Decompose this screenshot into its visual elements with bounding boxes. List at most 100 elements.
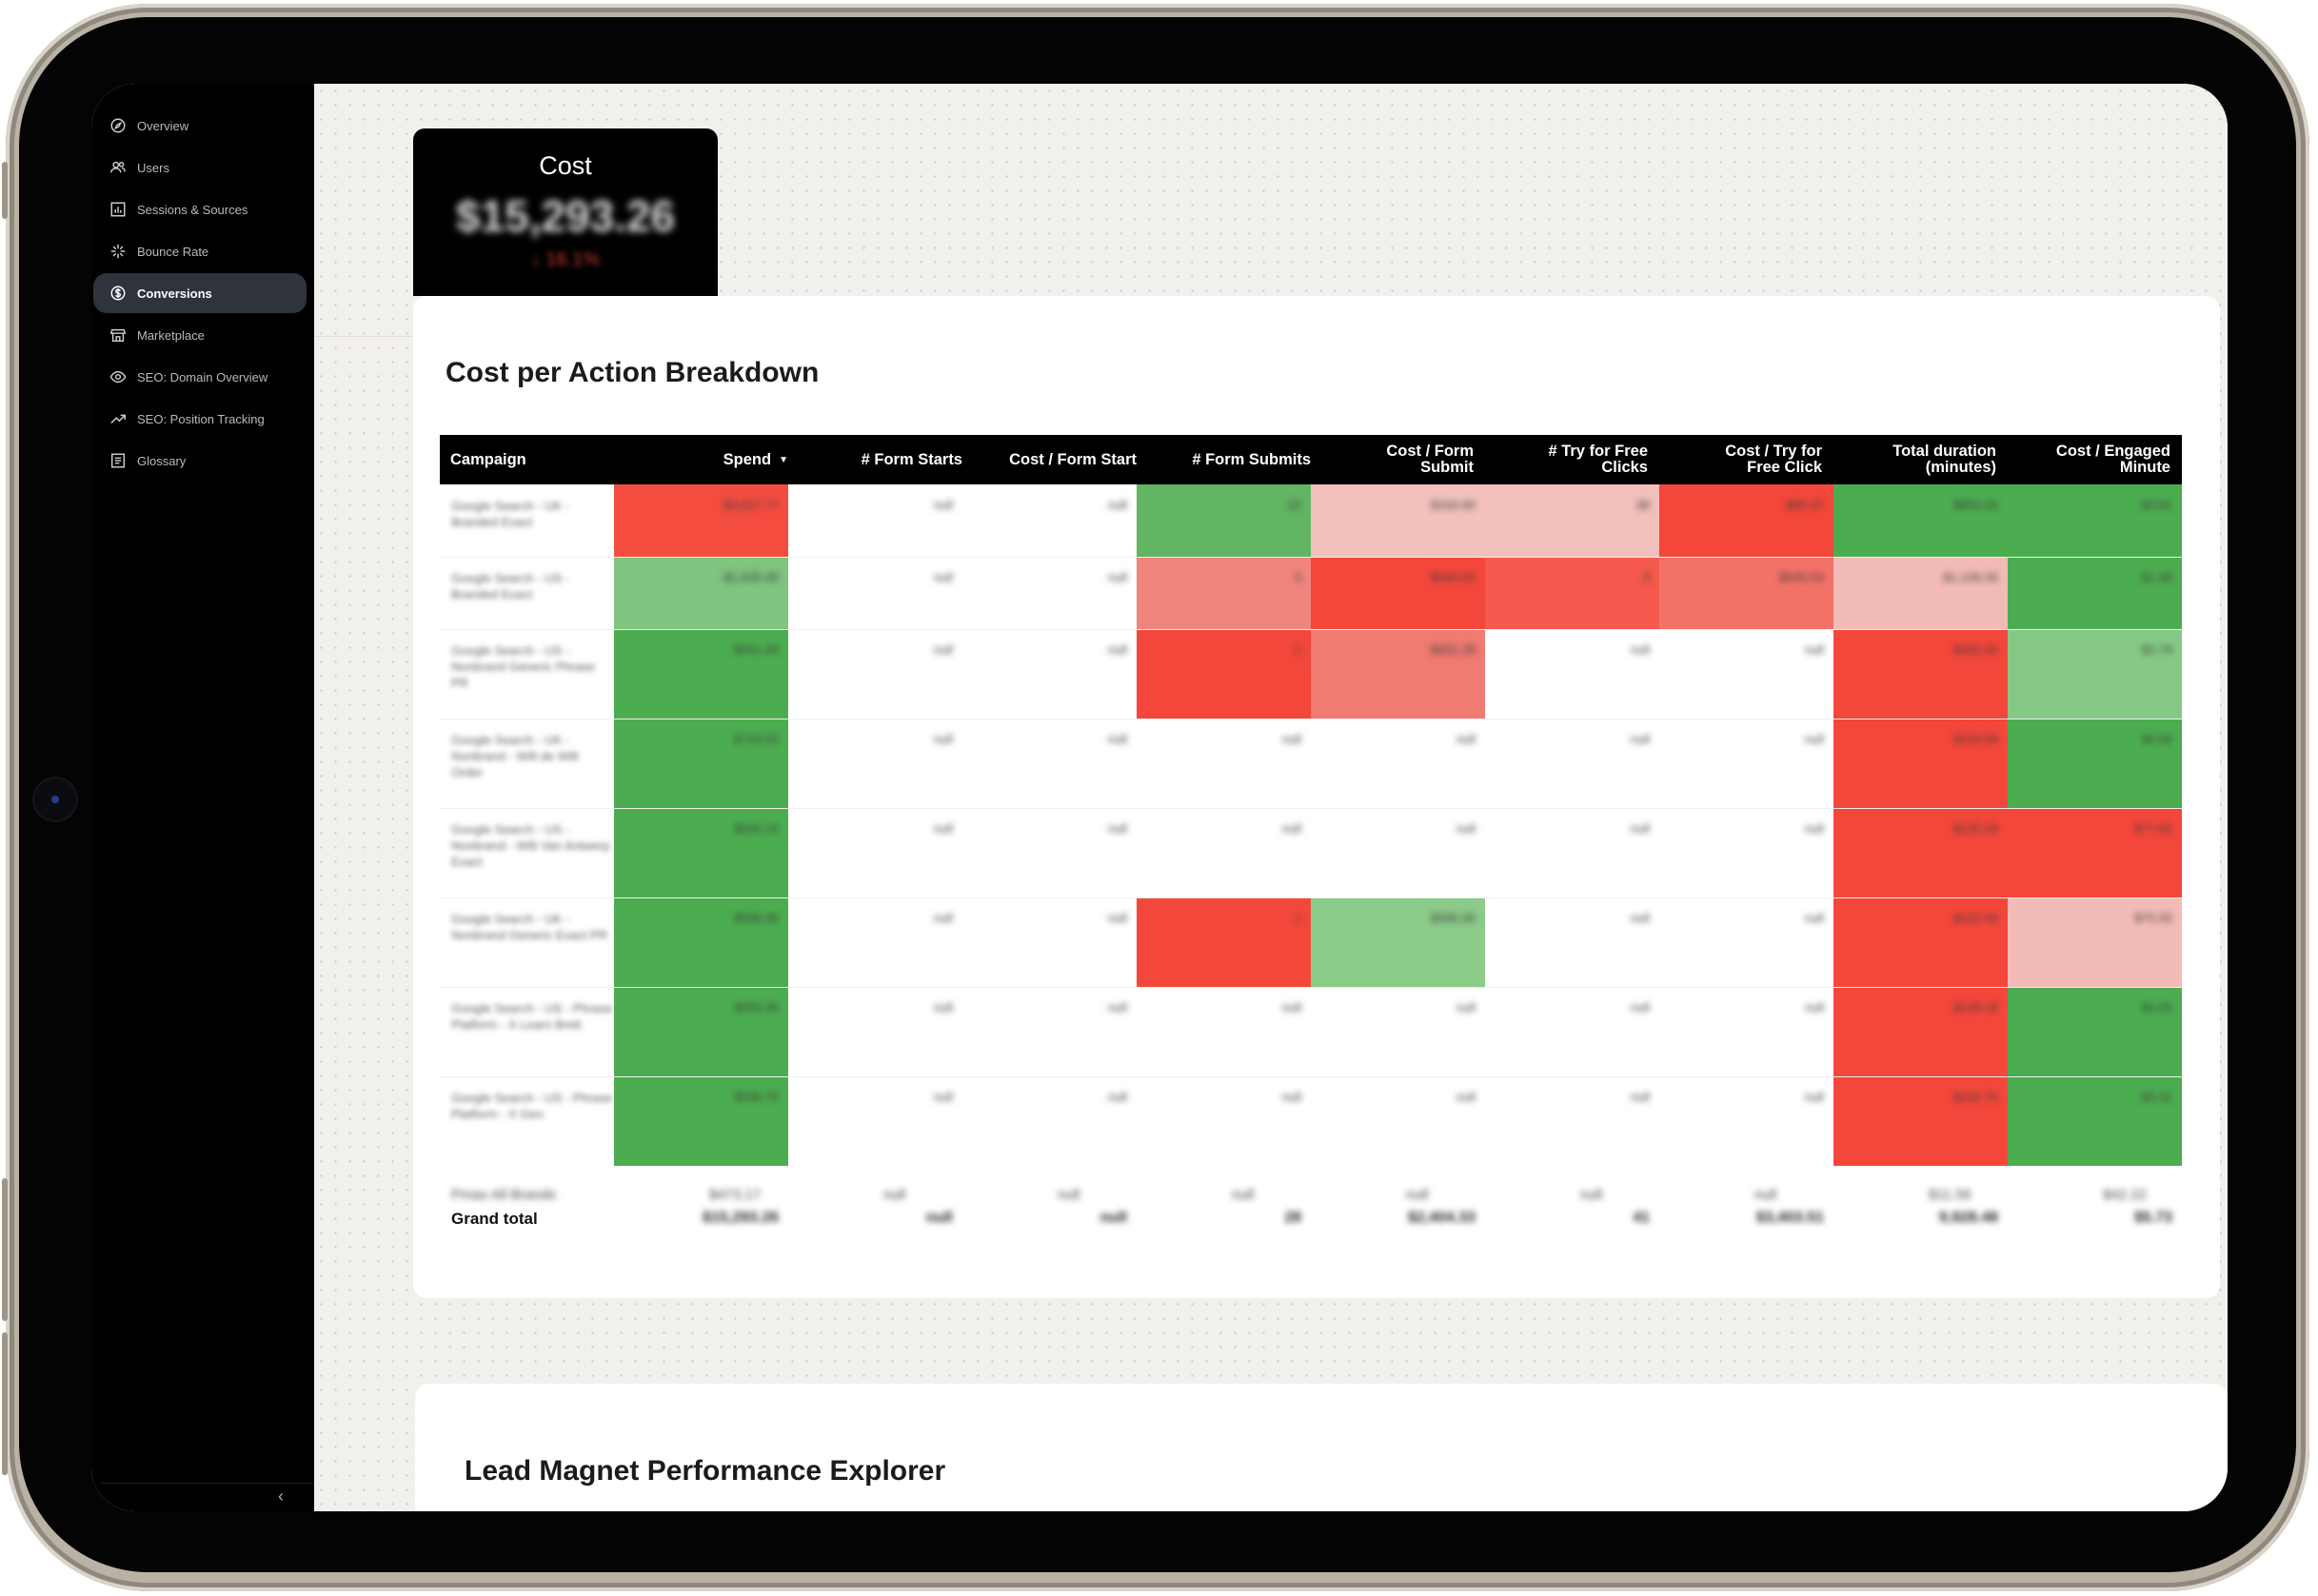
- sidebar-item-sessions-sources[interactable]: Sessions & Sources: [93, 189, 307, 229]
- cell-value: null: [1456, 1000, 1476, 1015]
- table-cell: null: [1137, 719, 1311, 808]
- total-value: $3,403.51: [1755, 1210, 1824, 1226]
- cell-value: null: [1804, 821, 1824, 836]
- table-cell: $4.05: [2008, 987, 2182, 1076]
- table-cell: null: [1659, 897, 1833, 987]
- cell-value: null: [1456, 821, 1476, 836]
- table-cell: 22: [1137, 484, 1311, 557]
- table-cell: $1,106.56: [1833, 557, 2008, 629]
- table-cell: $139.18: [1833, 987, 2008, 1076]
- total-value: null: [1100, 1210, 1127, 1226]
- sidebar-item-glossary[interactable]: Glossary: [93, 441, 307, 481]
- kpi-label: Cost: [539, 151, 592, 180]
- table-cell: $125.33: [1833, 808, 2008, 897]
- column-header[interactable]: # Form Starts: [788, 435, 974, 484]
- table-cell: null: [1485, 808, 1659, 897]
- cell-value: null: [1804, 911, 1824, 925]
- table-cell: null: [1659, 987, 1833, 1076]
- table-cell: null: [1311, 1076, 1485, 1166]
- cell-value: null: [1630, 1000, 1650, 1015]
- bar-chart-icon: [108, 199, 129, 220]
- cell-value: null: [1456, 1090, 1476, 1104]
- row-divider: [440, 557, 2182, 558]
- grand-total-label: Grand total: [451, 1210, 538, 1228]
- cell-value: $122.59: [1953, 911, 1998, 925]
- column-header[interactable]: # Try for Free Clicks: [1485, 435, 1659, 484]
- cell-value: $333.20: [1953, 642, 1998, 657]
- column-header[interactable]: Cost / Form Start: [962, 435, 1148, 484]
- cell-value: 1: [1294, 642, 1301, 657]
- table-cell: null: [962, 897, 1137, 987]
- sidebar-item-conversions[interactable]: Conversions: [93, 273, 307, 313]
- table-cell: $545.03: [1659, 557, 1833, 629]
- cell-value: $596.06: [1431, 911, 1476, 925]
- cell-value: null: [1630, 1090, 1650, 1104]
- cell-value: null: [1107, 732, 1127, 746]
- table-cell: $536.70: [614, 1076, 788, 1166]
- cell-value: null: [1804, 642, 1824, 657]
- row-divider: [440, 629, 2182, 630]
- table-cell: 1: [1137, 629, 1311, 719]
- sidebar-item-users[interactable]: Users: [93, 148, 307, 187]
- sidebar-item-marketplace[interactable]: Marketplace: [93, 315, 307, 355]
- cell-value: $545.03: [1779, 570, 1824, 584]
- campaign-cell: Google Search - US - Nonbrand - Wilt Van…: [440, 808, 613, 897]
- column-header[interactable]: Total duration (minutes): [1833, 435, 2008, 484]
- sidebar: Overview Users Sessions & Sources Bounce…: [91, 84, 314, 1511]
- sidebar-item-label: Users: [137, 160, 169, 175]
- table-cell: null: [1659, 719, 1833, 808]
- table-cell: $3,627.77: [614, 484, 788, 557]
- table-cell: null: [788, 719, 962, 808]
- column-header[interactable]: Cost / Engaged Minute: [2008, 435, 2182, 484]
- sidebar-item-seo-position-tracking[interactable]: SEO: Position Tracking: [93, 399, 307, 439]
- cell-value: 38: [1635, 498, 1650, 512]
- total-value: 28: [1284, 1210, 1301, 1226]
- users-icon: [108, 157, 129, 178]
- cell-value: null: [933, 498, 953, 512]
- screen: Overview Users Sessions & Sources Bounce…: [91, 84, 2228, 1511]
- table-cell: $164.90: [1311, 484, 1485, 557]
- sidebar-item-label: Bounce Rate: [137, 244, 209, 259]
- cell-value: null: [1406, 1187, 1429, 1203]
- sidebar-item-overview[interactable]: Overview: [93, 106, 307, 146]
- total-value: $5.73: [2133, 1210, 2172, 1226]
- cell-value: null: [933, 821, 953, 836]
- sidebar-item-bounce-rate[interactable]: Bounce Rate: [93, 231, 307, 271]
- total-value: $15,293.26: [702, 1210, 779, 1226]
- cell-value: null: [1281, 1000, 1301, 1015]
- sort-desc-icon[interactable]: ▼: [779, 452, 788, 468]
- cell-value: null: [1107, 498, 1127, 512]
- table-cell: null: [1485, 987, 1659, 1076]
- table-cell: null: [1485, 897, 1659, 987]
- cell-value: null: [1232, 1187, 1255, 1203]
- sidebar-item-seo-domain-overview[interactable]: SEO: Domain Overview: [93, 357, 307, 397]
- column-header[interactable]: Campaign: [440, 435, 624, 484]
- table-cell: $122.59: [1833, 897, 2008, 987]
- cell-value: $931.28: [1431, 642, 1476, 657]
- table-cell: null: [1485, 719, 1659, 808]
- table-cell: $153.58: [1833, 719, 2008, 808]
- compass-icon: [108, 115, 129, 136]
- cell-value: null: [1630, 911, 1650, 925]
- column-header[interactable]: Cost / Try for Free Click: [1659, 435, 1833, 484]
- cell-value: $164.90: [1431, 498, 1476, 512]
- campaign-cell: Google Search - US - Phrase Platform - X…: [440, 987, 613, 1076]
- column-header-spend[interactable]: Spend ▼: [614, 435, 800, 484]
- table-cell: $559.36: [614, 987, 788, 1076]
- column-header[interactable]: # Form Submits: [1137, 435, 1322, 484]
- table-cell: $1,635.09: [614, 557, 788, 629]
- sidebar-item-label: Marketplace: [137, 327, 205, 343]
- column-header[interactable]: Cost / Form Submit: [1311, 435, 1485, 484]
- campaign-cell: Google Search - UK - Nonbrand - Wilt de …: [440, 719, 613, 808]
- cell-value: null: [1107, 911, 1127, 925]
- cell-value: null: [1630, 732, 1650, 746]
- chevron-left-icon[interactable]: ‹: [278, 1487, 284, 1507]
- table-cell: null: [1659, 1076, 1833, 1166]
- sidebar-item-label: SEO: Position Tracking: [137, 411, 265, 426]
- campaign-name: Google Search - US - Nonbrand - Wilt Van…: [451, 822, 610, 869]
- table-cell: null: [962, 808, 1137, 897]
- campaign-cell: Google Search - US - Nonbrand Generic Ph…: [440, 629, 613, 719]
- cell-value: null: [933, 732, 953, 746]
- cell-value: null: [1754, 1187, 1777, 1203]
- table-cell: 3: [1137, 557, 1311, 629]
